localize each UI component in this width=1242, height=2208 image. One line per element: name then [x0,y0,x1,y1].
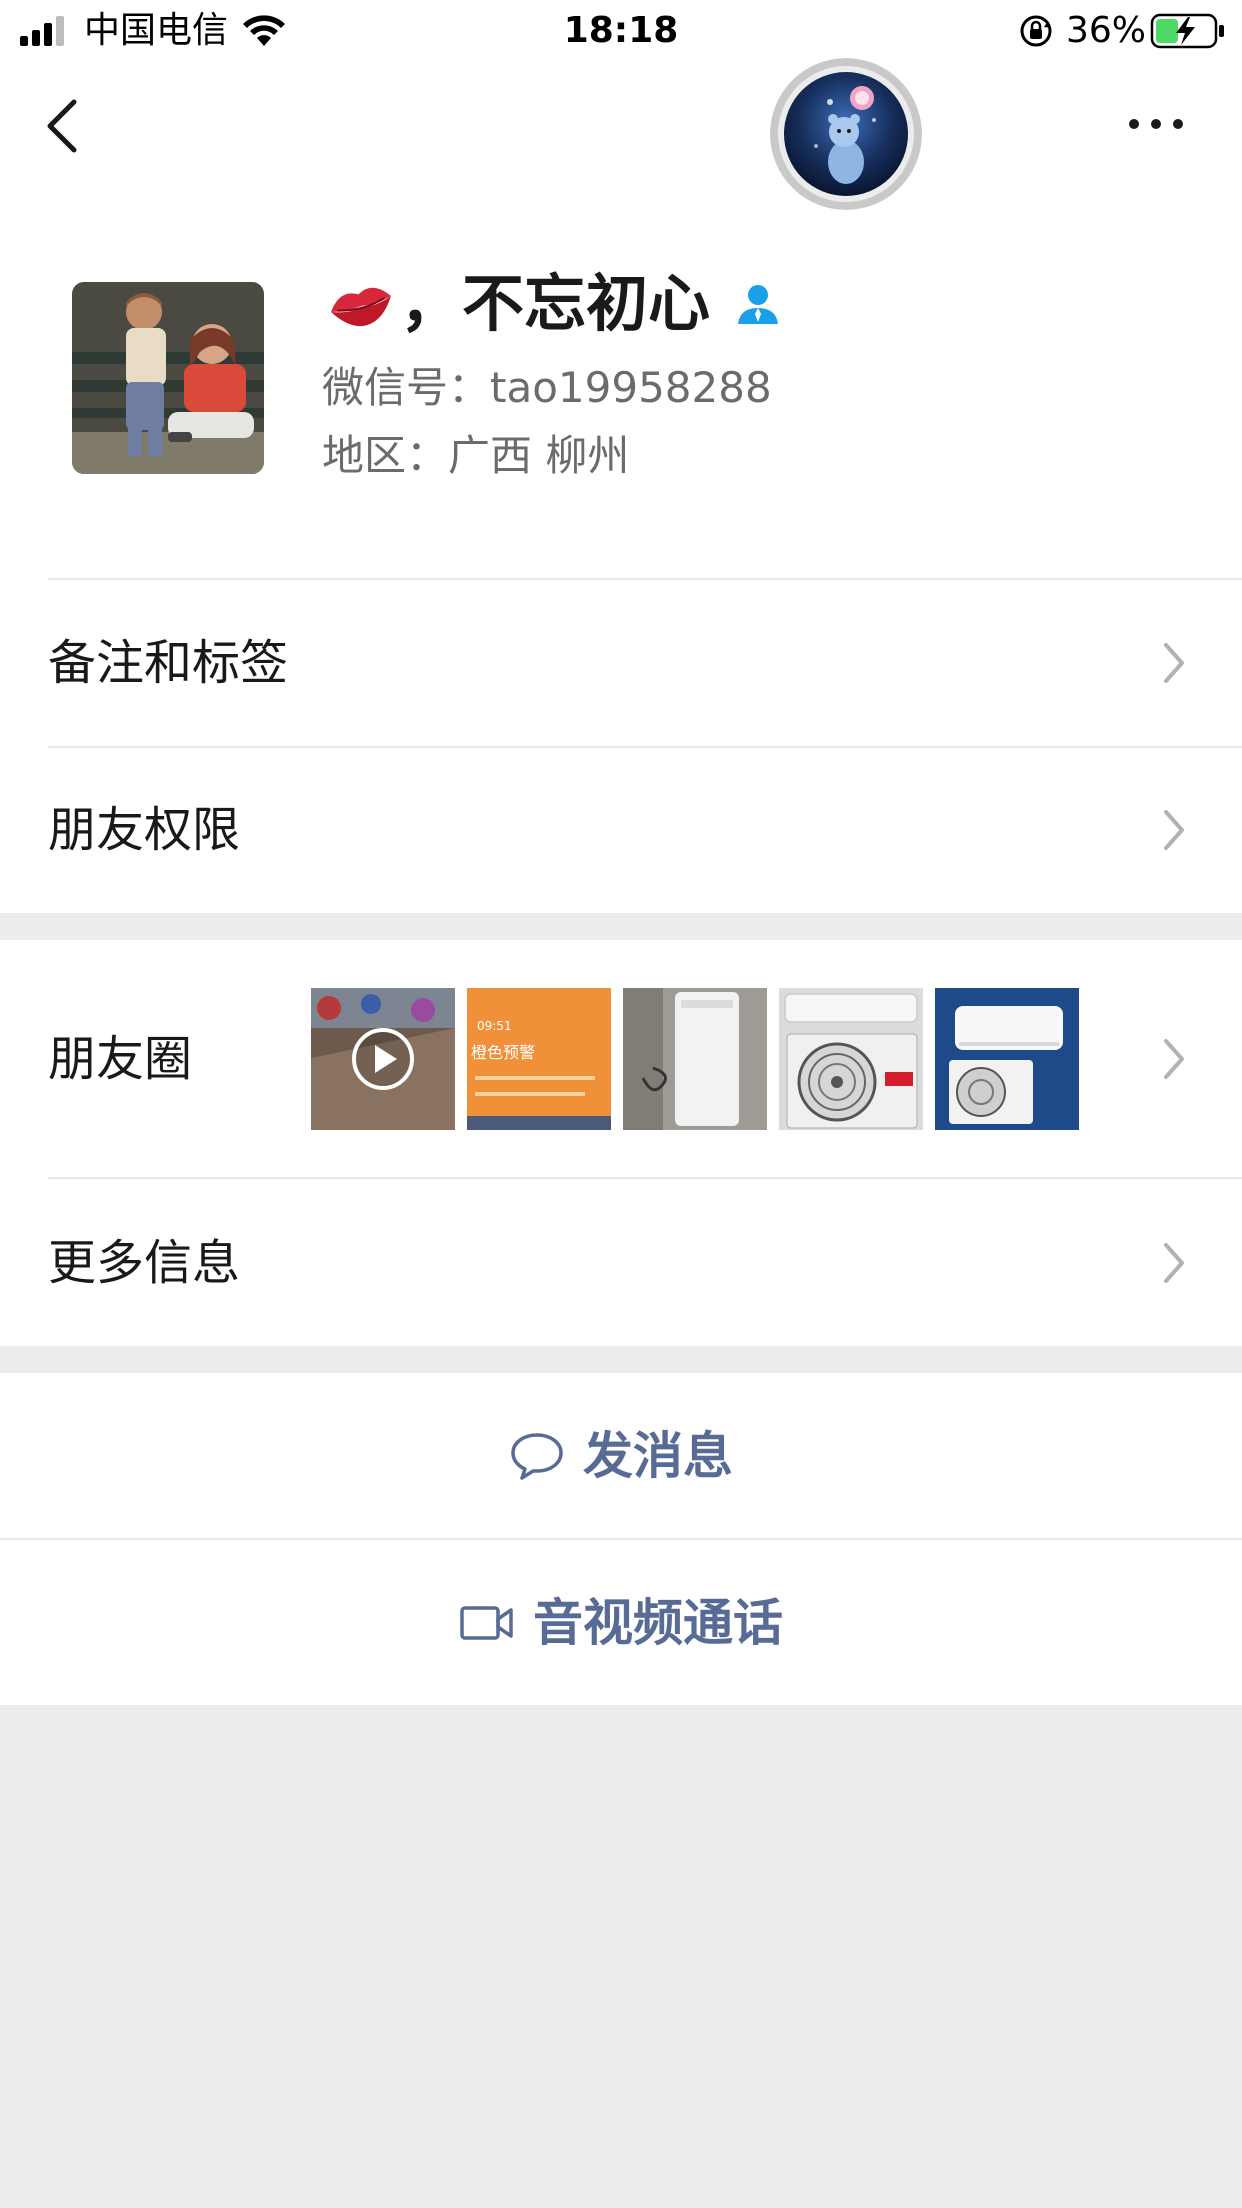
region-text: 地区：广西 柳州 [322,431,630,480]
remarks-and-tags-label: 备注和标签 [48,635,289,691]
kiss-lips-icon [331,287,391,327]
video-call-label: 音视频通话 [533,1593,783,1652]
chat-bubble-icon [511,1432,563,1480]
moments-ac-product-thumbnail[interactable] [935,988,1079,1130]
battery-percentage: 36% [1066,10,1147,51]
chevron-right-icon [1164,1243,1184,1283]
video-call-button[interactable]: 音视频通话 [0,1540,1242,1705]
thumb-title-text: 橙色预警 [471,1043,535,1062]
chevron-right-icon [1164,810,1184,850]
moments-ac-unit-thumbnail[interactable] [623,988,767,1130]
wechat-id-text: 微信号：tao19958288 [322,363,772,412]
send-message-button[interactable]: 发消息 [0,1373,1242,1538]
moments-thumbnails: 09:51 橙色预警 [311,988,1079,1130]
contact-person-icon [738,285,779,324]
mini-avatar-bear-image[interactable] [770,58,922,210]
action-buttons: 发消息 音视频通话 [0,1373,1242,1705]
thumb-time-text: 09:51 [477,1019,512,1033]
chevron-right-icon [1164,643,1184,683]
more-options-icon[interactable] [1126,114,1186,134]
moments-label: 朋友圈 [48,1031,193,1087]
profile-name-row: ，不忘初心 [326,268,780,340]
battery-charging-icon [1150,13,1224,49]
moments-video-thumbnail[interactable] [311,988,455,1130]
more-info-label: 更多信息 [48,1235,241,1291]
friend-permissions-label: 朋友权限 [48,802,241,858]
row-divider [48,578,1242,580]
moments-ac-outdoor-thumbnail[interactable] [779,988,923,1130]
video-camera-icon [460,1605,513,1640]
chevron-right-icon [1164,1039,1184,1079]
profile-avatar-photo[interactable] [72,282,264,474]
back-chevron-icon[interactable] [40,96,84,156]
row-divider [48,746,1242,748]
row-divider [48,1177,1242,1179]
profile-nickname: ，不忘初心 [400,267,711,340]
send-message-label: 发消息 [583,1426,733,1485]
status-bar: 中国电信 18:18 36% [0,0,1242,62]
rotation-lock-icon [1020,15,1052,47]
moments-orange-alert-thumbnail[interactable]: 09:51 橙色预警 [467,988,611,1130]
contact-profile-page: 中国电信 18:18 36% ，不忘初心 微信号：tao19958288 地区：… [0,0,1242,2208]
clock-time: 18:18 [563,10,679,51]
